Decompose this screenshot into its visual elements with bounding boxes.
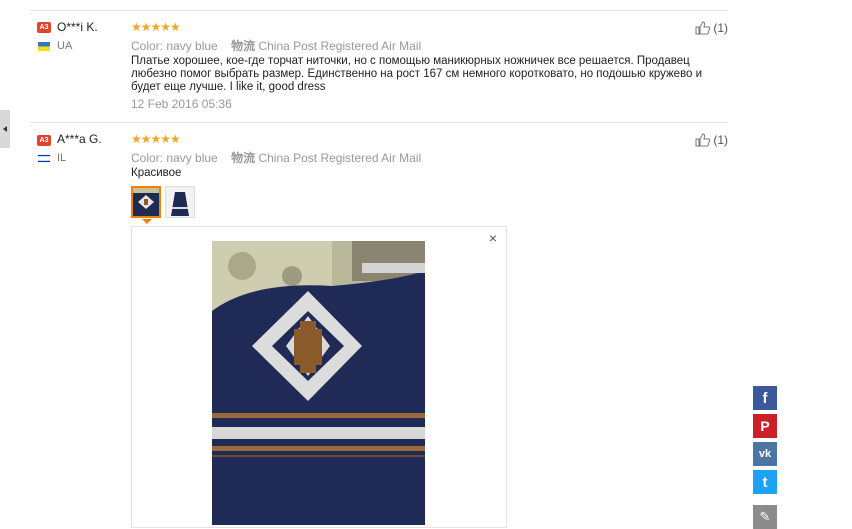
reviewer-name: A***a G. (57, 132, 102, 146)
buyer-level-badge: A3 (37, 22, 51, 33)
helpful-count: (1) (713, 133, 728, 147)
review-photo-thumbnails (131, 186, 195, 224)
thumbs-up-icon (695, 133, 711, 147)
chevron-left-icon (3, 126, 7, 132)
review-item: A3 O***i K. UA ★★★★★ Color: navy blue 物流… (30, 11, 728, 121)
review-attributes: Color: navy blue 物流 China Post Registere… (131, 149, 421, 166)
sweater-photo-thumbnail (133, 188, 159, 216)
vk-share-button[interactable]: vk (753, 442, 777, 466)
shipping-label: 物流 (231, 39, 256, 53)
review-photo (212, 241, 425, 525)
thumbs-up-icon (695, 21, 711, 35)
israel-flag-icon (38, 154, 50, 163)
shipping-value: China Post Registered Air Mail (258, 151, 422, 165)
star-rating: ★★★★★ (131, 132, 181, 146)
reviewer-country: IL (57, 152, 67, 164)
reviewer-name: O***i K. (57, 20, 98, 34)
photo-viewer: × (131, 226, 507, 528)
review-date: 12 Feb 2016 05:36 (131, 97, 232, 111)
pencil-icon: ✎ (759, 509, 771, 524)
helpful-button[interactable]: (1) (695, 133, 728, 147)
pinterest-icon: P (760, 418, 770, 434)
color-label: Color: (131, 39, 164, 53)
vk-icon: vk (758, 448, 772, 460)
facebook-share-button[interactable]: f (753, 386, 777, 410)
edit-button[interactable]: ✎ (753, 505, 777, 529)
review-text: Платье хорошее, кое-где торчат ниточки, … (131, 55, 703, 93)
close-icon[interactable]: × (489, 230, 497, 246)
shipping-label: 物流 (231, 151, 256, 165)
review-text: Красивое (131, 167, 182, 179)
color-label: Color: (131, 151, 164, 165)
facebook-icon: f (762, 389, 768, 407)
twitter-icon: t (762, 473, 768, 491)
star-rating: ★★★★★ (131, 20, 181, 34)
helpful-count: (1) (713, 21, 728, 35)
collapse-tab[interactable] (0, 110, 10, 148)
dress-photo-thumbnail (166, 187, 194, 217)
photo-thumbnail[interactable] (131, 186, 161, 218)
pinterest-share-button[interactable]: P (753, 414, 777, 438)
ukraine-flag-icon (38, 42, 50, 51)
review-attributes: Color: navy blue 物流 China Post Registere… (131, 37, 421, 54)
color-value: navy blue (166, 39, 218, 53)
reviewer-country: UA (57, 40, 73, 52)
helpful-button[interactable]: (1) (695, 21, 728, 35)
buyer-level-badge: A3 (37, 135, 51, 146)
shipping-value: China Post Registered Air Mail (258, 39, 422, 53)
photo-thumbnail[interactable] (165, 186, 195, 218)
active-thumb-indicator (142, 219, 152, 224)
twitter-share-button[interactable]: t (753, 470, 777, 494)
color-value: navy blue (166, 151, 218, 165)
